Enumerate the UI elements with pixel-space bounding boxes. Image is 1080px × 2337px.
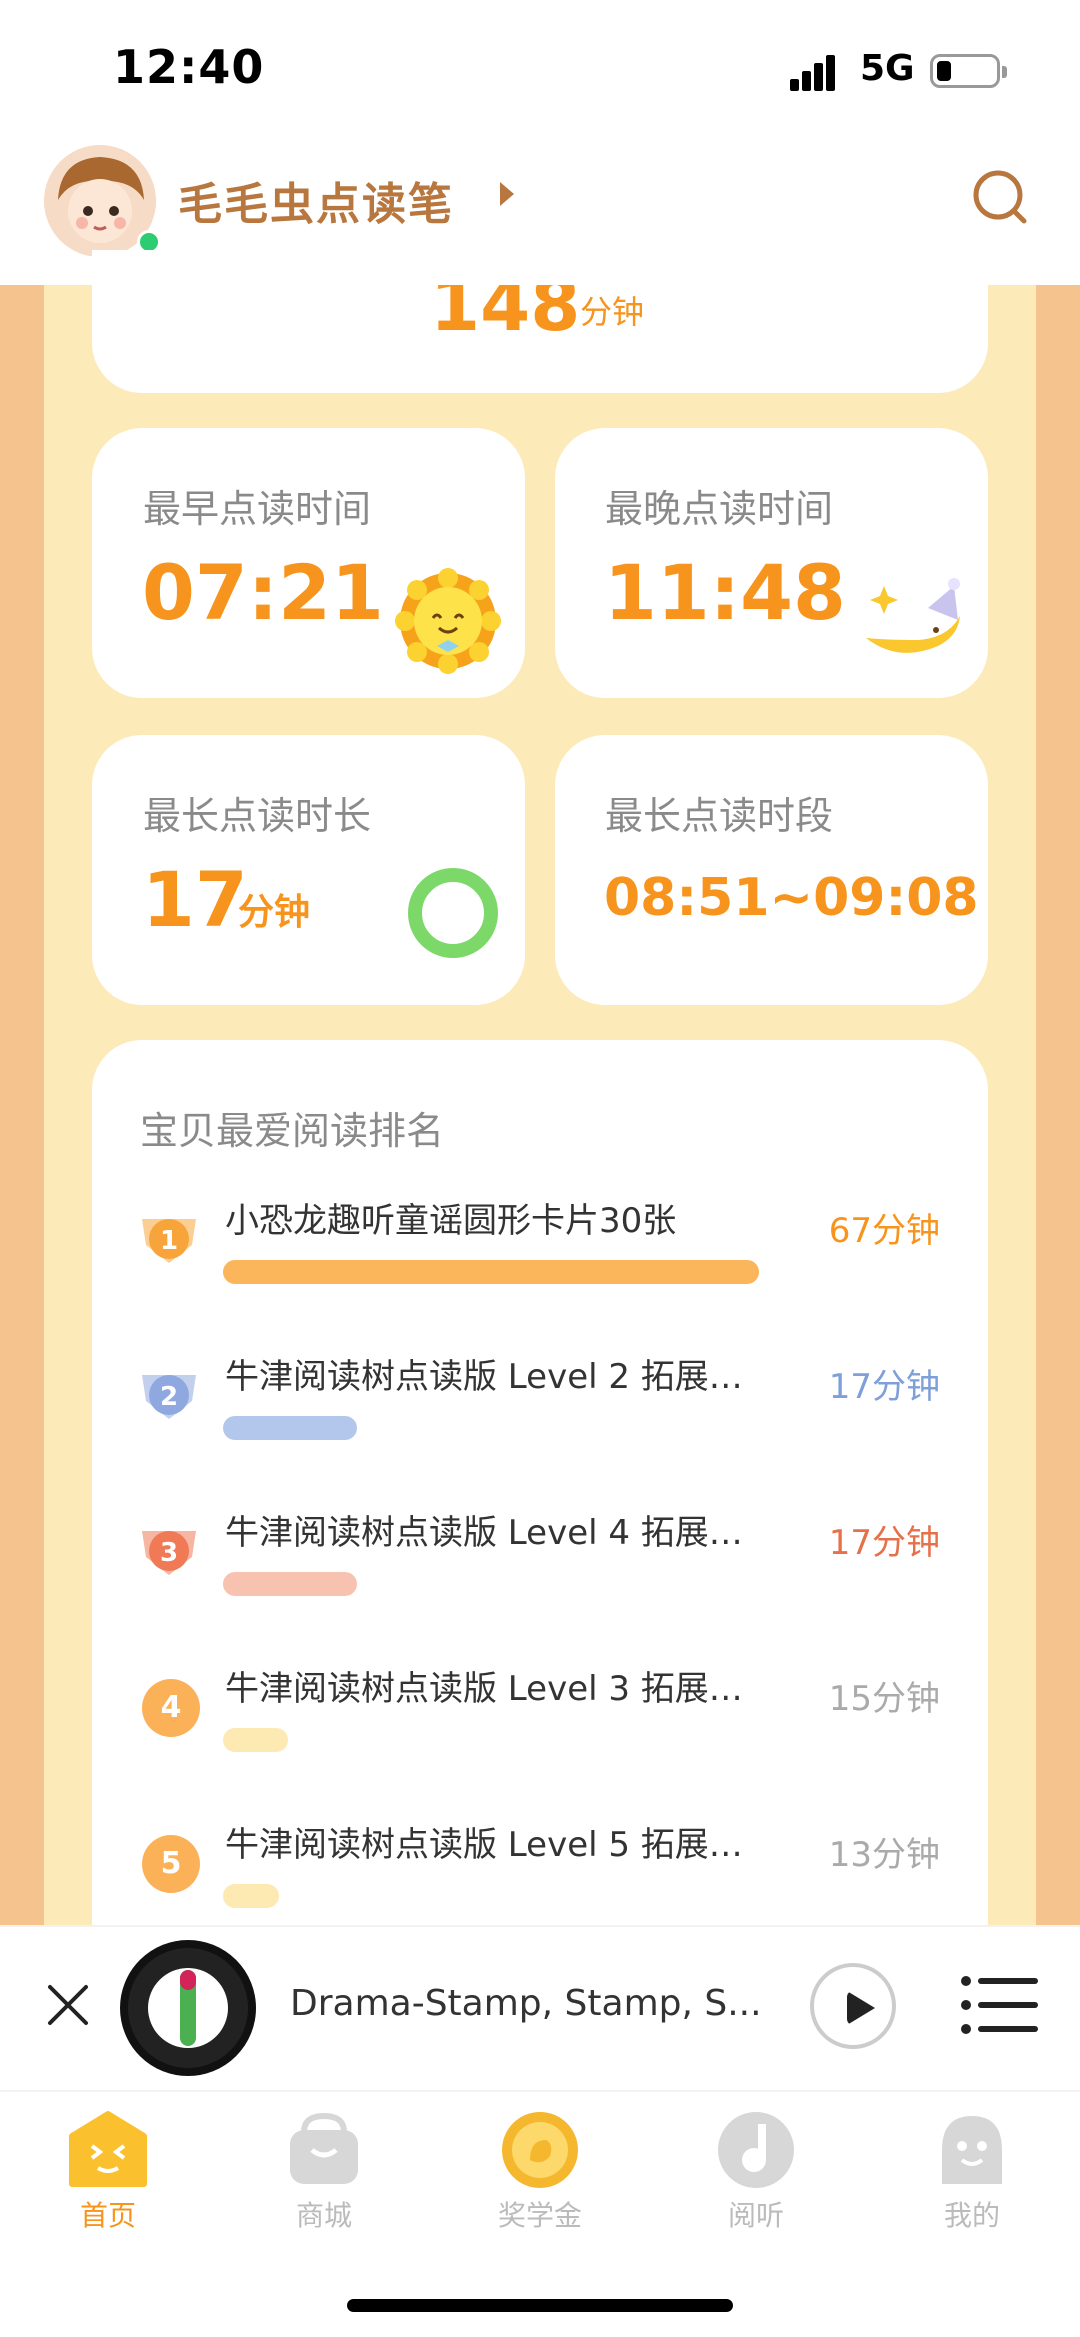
medal-icon-rank-2: 2 bbox=[142, 1375, 196, 1419]
album-cover[interactable] bbox=[120, 1940, 256, 2076]
tab-mall[interactable]: 商城 bbox=[250, 2110, 390, 2232]
chevron-right-icon[interactable] bbox=[500, 182, 514, 206]
network-type: 5G bbox=[860, 48, 915, 89]
profile-icon bbox=[942, 2116, 1002, 2184]
total-reading-unit: 分钟 bbox=[580, 293, 645, 331]
play-icon bbox=[847, 1991, 875, 2025]
latest-time-value: 11:48 bbox=[604, 548, 846, 637]
ranking-item-bar bbox=[223, 1416, 357, 1440]
home-icon bbox=[69, 2111, 147, 2187]
ranking-item-bar bbox=[223, 1572, 357, 1596]
longest-period-value: 08:51~09:08 bbox=[604, 868, 979, 928]
ranking-item-bar bbox=[223, 1884, 279, 1908]
ranking-item-name[interactable]: 小恐龙趣听童谣圆形卡片30张 bbox=[225, 1193, 676, 1242]
tab-mine[interactable]: 我的 bbox=[898, 2110, 1038, 2232]
longest-duration-label: 最长点读时长 bbox=[143, 794, 372, 838]
sun-icon bbox=[395, 568, 501, 674]
close-icon[interactable] bbox=[46, 1983, 90, 2027]
status-bar: 12:40 5G bbox=[0, 0, 1080, 135]
search-icon[interactable] bbox=[970, 167, 1030, 227]
tab-home-label: 首页 bbox=[79, 2199, 136, 2232]
ranking-item-time: 13分钟 bbox=[828, 1835, 940, 1875]
tab-listen[interactable]: 阅听 bbox=[682, 2110, 822, 2232]
home-indicator bbox=[347, 2299, 733, 2312]
device-title[interactable]: 毛毛虫点读笔 bbox=[178, 168, 454, 232]
shop-bag-icon bbox=[290, 2112, 358, 2184]
coin-icon bbox=[502, 2112, 578, 2188]
ranking-item-bar bbox=[223, 1260, 759, 1284]
music-note-icon bbox=[718, 2112, 794, 2188]
ranking-item-time: 67分钟 bbox=[828, 1211, 940, 1251]
reading-ranking-card bbox=[92, 1040, 988, 1940]
ranking-item-time: 17分钟 bbox=[828, 1367, 940, 1407]
longest-duration-unit: 分钟 bbox=[238, 892, 311, 933]
tab-scholarship-label: 奖学金 bbox=[497, 2199, 582, 2232]
medal-icon-rank-1: 1 bbox=[142, 1219, 196, 1263]
rank-number-badge: 4 bbox=[142, 1679, 200, 1737]
latest-time-label: 最晚点读时间 bbox=[605, 487, 834, 531]
play-button[interactable] bbox=[810, 1963, 896, 2049]
ranking-title: 宝贝最爱阅读排名 bbox=[140, 1109, 445, 1153]
medal-rank-number: 1 bbox=[160, 1226, 178, 1256]
battery-icon bbox=[930, 54, 1007, 88]
longest-duration-value: 17 bbox=[142, 855, 248, 944]
earliest-time-value: 07:21 bbox=[142, 548, 384, 637]
status-time: 12:40 bbox=[113, 40, 265, 94]
progress-ring-icon bbox=[408, 868, 498, 958]
moon-icon bbox=[866, 578, 960, 653]
ranking-item-name[interactable]: 牛津阅读树点读版 Level 5 拓展… bbox=[225, 1817, 743, 1866]
ranking-item-name[interactable]: 牛津阅读树点读版 Level 3 拓展… bbox=[225, 1661, 743, 1710]
total-reading-value: 148 bbox=[430, 285, 581, 335]
tab-mine-label: 我的 bbox=[943, 2199, 1000, 2232]
tab-mall-label: 商城 bbox=[295, 2199, 352, 2232]
longest-period-label: 最长点读时段 bbox=[605, 794, 834, 838]
tab-scholarship[interactable]: 奖学金 bbox=[466, 2110, 606, 2232]
medal-rank-number: 3 bbox=[160, 1538, 178, 1568]
ranking-item-time: 15分钟 bbox=[828, 1679, 940, 1719]
ranking-item-bar bbox=[223, 1728, 288, 1752]
track-title[interactable]: Drama-Stamp, Stamp, S... bbox=[290, 1983, 770, 2024]
earliest-time-label: 最早点读时间 bbox=[143, 487, 372, 531]
tab-listen-label: 阅听 bbox=[727, 2199, 784, 2232]
rank-number-badge: 5 bbox=[142, 1835, 200, 1893]
caterpillar-pen-icon bbox=[180, 1970, 196, 2046]
medal-icon-rank-3: 3 bbox=[142, 1531, 196, 1575]
tab-home[interactable]: 首页 bbox=[34, 2110, 174, 2232]
ranking-item-time: 17分钟 bbox=[828, 1523, 940, 1563]
medal-rank-number: 2 bbox=[160, 1382, 178, 1412]
ranking-item-name[interactable]: 牛津阅读树点读版 Level 2 拓展… bbox=[225, 1349, 743, 1398]
album-center bbox=[148, 1968, 228, 2048]
playlist-icon[interactable] bbox=[960, 1975, 1040, 2035]
signal-icon bbox=[790, 55, 835, 91]
ranking-item-name[interactable]: 牛津阅读树点读版 Level 4 拓展… bbox=[225, 1505, 743, 1554]
summary-total: 148 分钟 bbox=[430, 285, 730, 335]
